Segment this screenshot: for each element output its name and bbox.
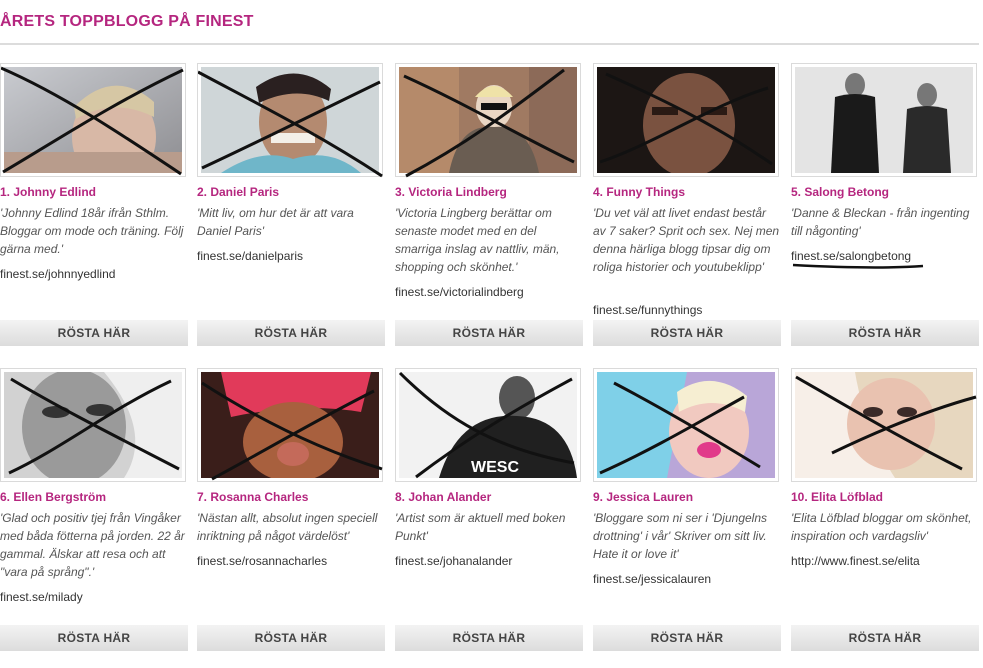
blog-url-link[interactable]: finest.se/danielparis — [197, 249, 303, 263]
vote-button[interactable]: RÖSTA HÄR — [197, 625, 385, 651]
blog-description: 'Danne & Bleckan - från ingenting till n… — [791, 206, 970, 238]
blog-name-link[interactable]: 9. Jessica Lauren — [593, 490, 693, 504]
blog-thumbnail[interactable] — [791, 63, 977, 177]
blog-photo — [795, 372, 973, 478]
blog-photo — [597, 372, 775, 478]
blog-thumbnail[interactable] — [197, 63, 383, 178]
blog-description: 'Elita Löfblad bloggar om skönhet, inspi… — [791, 511, 972, 543]
blog-thumbnail[interactable]: WESC — [395, 368, 581, 482]
blog-description: 'Mitt liv, om hur det är att vara Daniel… — [197, 206, 354, 238]
blog-photo — [4, 372, 182, 478]
vote-button[interactable]: RÖSTA HÄR — [395, 320, 583, 346]
blog-thumbnail[interactable] — [593, 63, 779, 177]
blog-name-link[interactable]: 10. Elita Löfblad — [791, 490, 883, 504]
vote-button[interactable]: RÖSTA HÄR — [593, 625, 781, 651]
blog-thumbnail[interactable] — [395, 63, 581, 178]
blog-thumbnail[interactable] — [791, 368, 977, 482]
blog-url-link[interactable]: finest.se/victorialindberg — [395, 285, 524, 299]
blog-description: 'Johnny Edlind 18år ifrån Sthlm. Bloggar… — [0, 206, 184, 256]
vote-button[interactable]: RÖSTA HÄR — [197, 320, 385, 346]
blog-photo — [201, 67, 379, 173]
blog-photo — [795, 67, 973, 173]
vote-button[interactable]: RÖSTA HÄR — [791, 320, 979, 346]
blog-description: 'Artist som är aktuell med boken Punkt' — [395, 511, 566, 543]
blog-thumbnail[interactable] — [0, 368, 186, 482]
blog-url-link[interactable]: finest.se/johanalander — [395, 554, 512, 568]
blog-name-link[interactable]: 4. Funny Things — [593, 185, 685, 199]
blog-name-link[interactable]: 3. Victoria Lindberg — [395, 185, 507, 199]
blog-card-4: 4. Funny Things 'Du vet väl att livet en… — [593, 63, 781, 363]
blog-name-link[interactable]: 2. Daniel Paris — [197, 185, 279, 199]
blog-card-7: 7. Rosanna Charles 'Nästan allt, absolut… — [197, 368, 385, 668]
blog-url-link[interactable]: finest.se/funnythings — [593, 303, 702, 317]
vote-button[interactable]: RÖSTA HÄR — [0, 625, 188, 651]
blog-photo — [399, 67, 577, 173]
blog-photo — [201, 372, 379, 478]
blog-name-link[interactable]: 1. Johnny Edlind — [0, 185, 96, 199]
vote-button[interactable]: RÖSTA HÄR — [593, 320, 781, 346]
blog-url-link[interactable]: finest.se/jessicalauren — [593, 572, 711, 586]
blog-card-2: 2. Daniel Paris 'Mitt liv, om hur det är… — [197, 63, 385, 363]
blog-url-link[interactable]: finest.se/johnnyedlind — [0, 267, 115, 281]
blog-name-link[interactable]: 8. Johan Alander — [395, 490, 491, 504]
blog-url-link[interactable]: finest.se/rosannacharles — [197, 554, 327, 568]
blog-card-8: WESC 8. Johan Alander 'Artist som är akt… — [395, 368, 583, 668]
blog-card-5: 5. Salong Betong 'Danne & Bleckan - från… — [791, 63, 979, 363]
blog-thumbnail[interactable] — [0, 63, 186, 177]
blog-thumbnail[interactable] — [593, 368, 779, 482]
blog-name-link[interactable]: 6. Ellen Bergström — [0, 490, 106, 504]
blog-card-1: 1. Johnny Edlind 'Johnny Edlind 18år ifr… — [0, 63, 188, 363]
vote-button[interactable]: RÖSTA HÄR — [0, 320, 188, 346]
wesc-logo-text: WESC — [471, 459, 519, 476]
blog-card-6: 6. Ellen Bergström 'Glad och positiv tje… — [0, 368, 188, 668]
blog-card-9: 9. Jessica Lauren 'Bloggare som ni ser i… — [593, 368, 781, 668]
underline-mark — [792, 263, 924, 269]
title-divider — [0, 43, 979, 45]
blog-card-3: 3. Victoria Lindberg 'Victoria Lingberg … — [395, 63, 583, 363]
blog-photo — [4, 67, 182, 173]
blog-description: 'Bloggare som ni ser i 'Djungelns drottn… — [593, 511, 767, 561]
blog-thumbnail[interactable] — [197, 368, 383, 482]
blog-name-link[interactable]: 5. Salong Betong — [791, 185, 889, 199]
page-title: ÅRETS TOPPBLOGG PÅ FINEST — [0, 13, 254, 30]
blog-description: 'Victoria Lingberg berättar om senaste m… — [395, 206, 560, 274]
blog-photo: WESC — [399, 372, 577, 478]
vote-button[interactable]: RÖSTA HÄR — [791, 625, 979, 651]
blog-url-link[interactable]: finest.se/milady — [0, 590, 83, 604]
blog-description: 'Du vet väl att livet endast består av 7… — [593, 206, 780, 274]
vote-button[interactable]: RÖSTA HÄR — [395, 625, 583, 651]
blog-description: 'Nästan allt, absolut ingen speciell inr… — [197, 511, 378, 543]
blog-photo — [597, 67, 775, 173]
blog-card-10: 10. Elita Löfblad 'Elita Löfblad bloggar… — [791, 368, 979, 668]
blog-url-link[interactable]: http://www.finest.se/elita — [791, 554, 920, 568]
blog-name-link[interactable]: 7. Rosanna Charles — [197, 490, 308, 504]
blog-description: 'Glad och positiv tjej från Vingåker med… — [0, 511, 185, 579]
